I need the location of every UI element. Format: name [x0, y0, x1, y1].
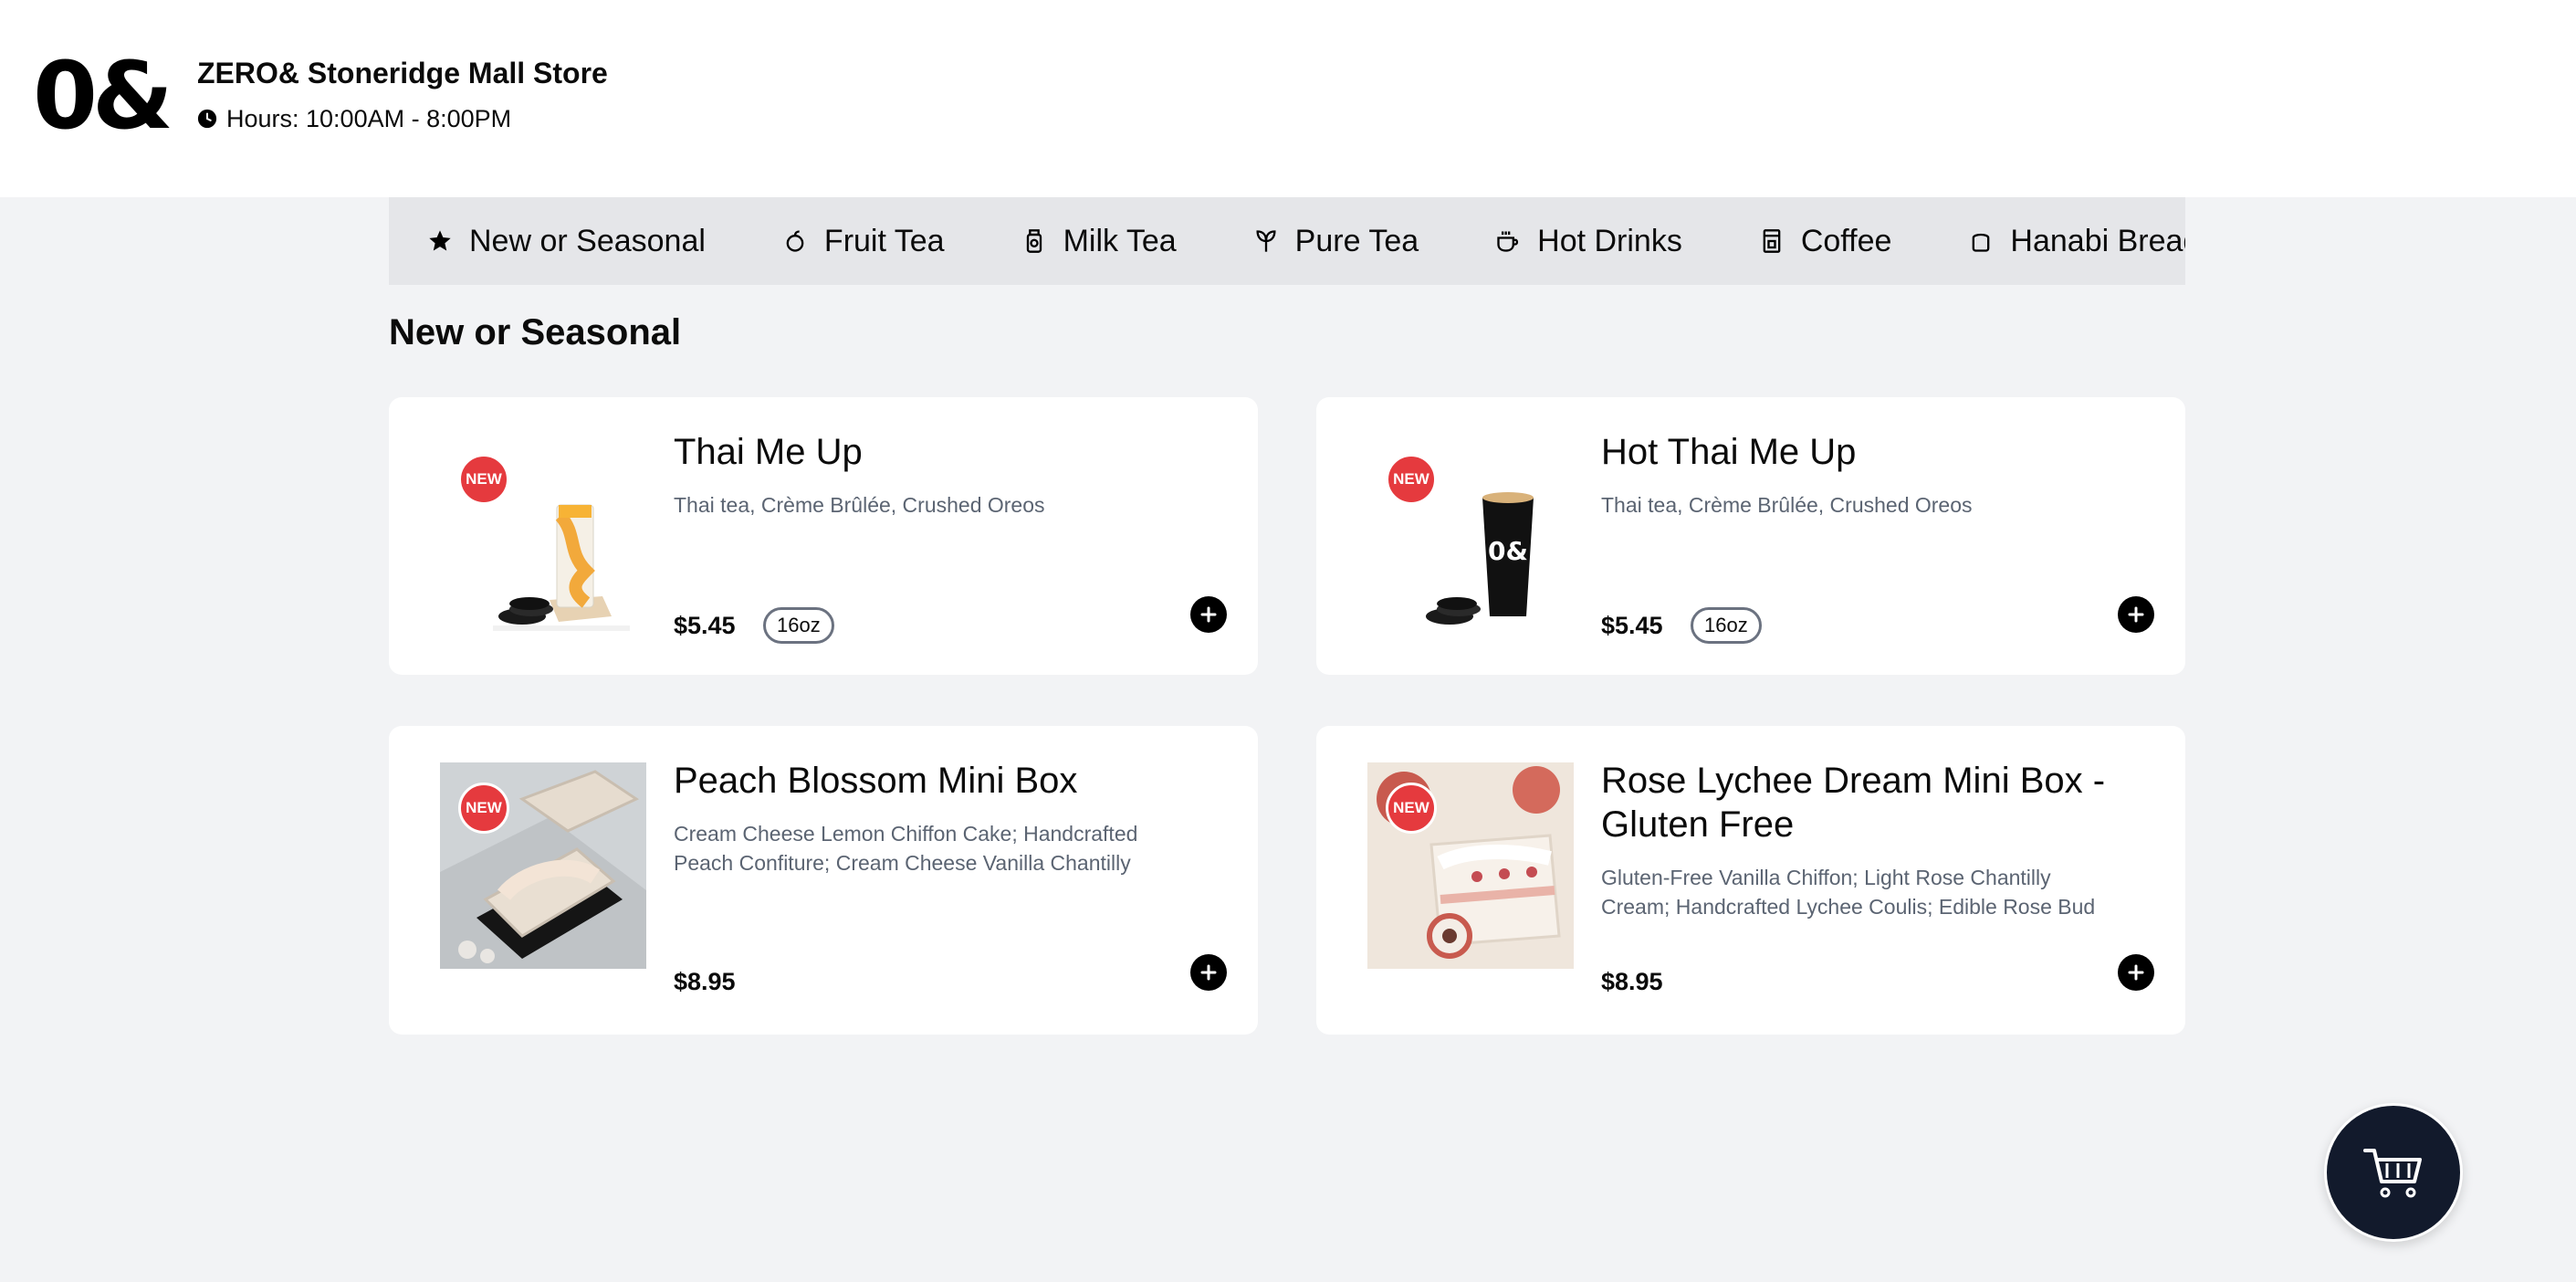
tab-label: Fruit Tea: [823, 224, 945, 258]
product-title: Hot Thai Me Up: [1601, 432, 1857, 472]
tab-fruit-tea[interactable]: Fruit Tea: [744, 197, 983, 285]
tab-hot-drinks[interactable]: Hot Drinks: [1457, 197, 1721, 285]
product-title: Peach Blossom Mini Box: [674, 761, 1078, 801]
add-to-cart-button[interactable]: [1190, 954, 1227, 991]
store-header: 0& ZERO& Stoneridge Mall Store Hours: 10…: [0, 0, 2576, 197]
cup-logo: 0&: [1488, 536, 1528, 566]
product-price: $8.95: [1601, 968, 1663, 995]
size-badge: 16oz: [763, 607, 834, 644]
fruit-icon: [786, 230, 804, 252]
product-title: Thai Me Up: [674, 432, 863, 472]
tab-label: Hot Drinks: [1537, 224, 1682, 258]
star-icon: [429, 230, 451, 251]
tea-leaf-icon: [1256, 230, 1276, 252]
tab-milk-tea[interactable]: Milk Tea: [983, 197, 1215, 285]
coffee-cup-icon: [1497, 231, 1519, 252]
plus-icon: [2128, 964, 2144, 981]
bread-icon: [1973, 233, 1990, 252]
product-price: $5.45: [674, 612, 736, 639]
category-nav: New or Seasonal Fruit Tea Milk Tea Pure …: [389, 197, 2185, 285]
new-badge: NEW: [1386, 783, 1437, 834]
tab-new-or-seasonal[interactable]: New or Seasonal: [389, 197, 744, 285]
store-hours-text: Hours: 10:00AM - 8:00PM: [226, 105, 512, 132]
product-card-peach-blossom-mini-box[interactable]: NEW Peach Blossom Mini Box Cream Cheese …: [389, 726, 1258, 1035]
cart-button[interactable]: [2324, 1103, 2463, 1242]
product-price: $8.95: [674, 968, 736, 995]
product-description: Cream Cheese Lemon Chiffon Cake; Handcra…: [674, 822, 1138, 875]
tab-pure-tea[interactable]: Pure Tea: [1215, 197, 1457, 285]
product-image: NEW: [440, 762, 646, 969]
product-description: Thai tea, Crème Brûlée, Crushed Oreos: [1601, 493, 1973, 517]
product-price: $5.45: [1601, 612, 1663, 639]
brand-logo[interactable]: 0&: [33, 42, 173, 152]
product-image: 0& NEW: [1367, 434, 1574, 640]
tab-label: Milk Tea: [1063, 224, 1177, 258]
add-to-cart-button[interactable]: [1190, 596, 1227, 633]
product-card-hot-thai-me-up[interactable]: 0& NEW Hot Thai Me Up Thai tea, Crème Br…: [1316, 397, 2185, 675]
add-to-cart-button[interactable]: [2118, 954, 2154, 991]
new-badge: NEW: [458, 783, 509, 834]
plus-icon: [1200, 606, 1217, 623]
product-card-thai-me-up[interactable]: NEW Thai Me Up Thai tea, Crème Brûlée, C…: [389, 397, 1258, 675]
clock-icon: [197, 109, 217, 129]
product-description: Thai tea, Crème Brûlée, Crushed Oreos: [674, 493, 1045, 517]
new-badge: NEW: [458, 454, 509, 505]
tab-coffee[interactable]: Coffee: [1721, 197, 1931, 285]
product-image: NEW: [1367, 762, 1574, 969]
tab-label: New or Seasonal: [469, 224, 706, 258]
milk-bottle-icon: [1026, 229, 1042, 253]
product-card-rose-lychee-dream-mini-box[interactable]: NEW Rose Lychee Dream Mini Box - Gluten …: [1316, 726, 2185, 1035]
product-description: Gluten-Free Vanilla Chiffon; Light Rose …: [1601, 866, 2096, 919]
plus-icon: [2128, 606, 2144, 623]
new-badge: NEW: [1386, 454, 1437, 505]
tab-label: Pure Tea: [1294, 224, 1419, 258]
section-title: New or Seasonal: [389, 312, 682, 352]
store-name: ZERO& Stoneridge Mall Store: [197, 57, 608, 89]
size-badge: 16oz: [1691, 607, 1762, 644]
add-to-cart-button[interactable]: [2118, 596, 2154, 633]
tab-label: Coffee: [1800, 224, 1892, 258]
tab-hanabi-bread[interactable]: Hanabi Bread: [1930, 197, 2185, 285]
store-hours: Hours: 10:00AM - 8:00PM: [197, 102, 511, 135]
coffee-machine-icon: [1763, 229, 1781, 253]
plus-icon: [1200, 964, 1217, 981]
product-title: Rose Lychee Dream Mini Box - Gluten Free: [1601, 761, 2106, 845]
product-image: NEW: [440, 434, 646, 640]
tab-label: Hanabi Bread: [2010, 224, 2185, 258]
cart-icon: [2363, 1149, 2422, 1198]
